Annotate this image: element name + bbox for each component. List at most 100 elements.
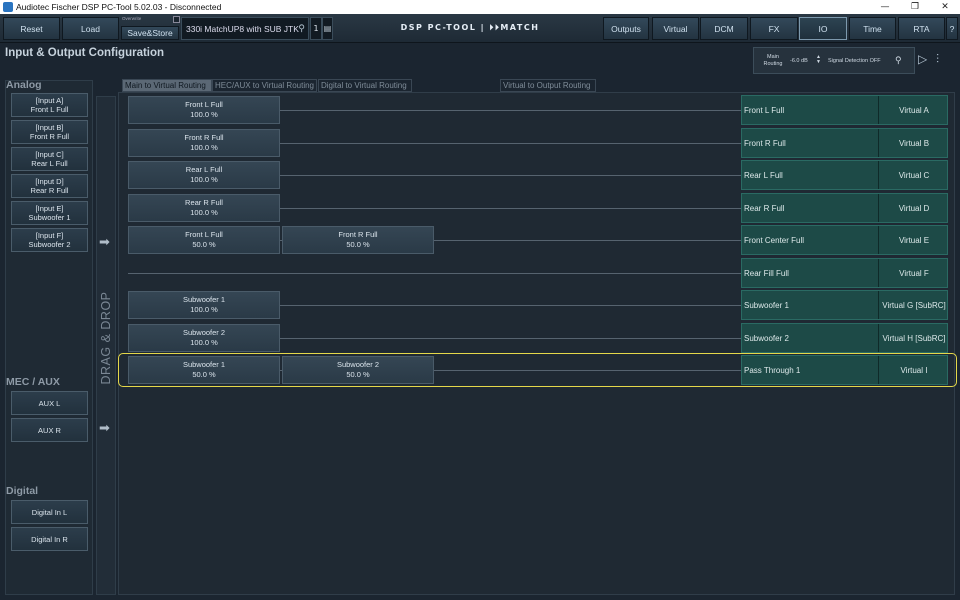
routing-row[interactable]: Front L Full 100.0 % Front L Full Virtual A (119, 94, 956, 126)
source-tile[interactable]: Rear L Full 100.0 % (128, 161, 280, 189)
tab-routing[interactable]: Virtual to Output Routing (500, 79, 596, 92)
source-tile[interactable]: Front R Full 100.0 % (128, 128, 280, 157)
routing-area: Front L Full 100.0 % Front L Full Virtual A… (118, 92, 957, 595)
analog-input-button[interactable]: [Input F] Subwoofer 2 (11, 228, 88, 252)
virtual-output-tile[interactable]: Front L Full Virtual A (741, 95, 948, 125)
virtual-output-tile[interactable]: Front Center Full Virtual E (741, 225, 948, 255)
virtual-output-tile[interactable]: Pass Through 1 Virtual I (741, 355, 948, 385)
nav-fx[interactable]: FX (750, 17, 798, 40)
source-level: 100.0 % (190, 207, 218, 217)
digital-label: Digital (6, 485, 39, 497)
aux-input-button[interactable]: AUX R (11, 418, 88, 442)
virtual-channel-name: Virtual B (898, 138, 930, 148)
source-name: Front R Full (338, 230, 378, 239)
nav-outputs[interactable]: Outputs (603, 17, 649, 40)
input-channel-label: [Input E] (35, 204, 64, 213)
source-tile[interactable]: Rear R Full 100.0 % (128, 193, 280, 222)
routing-row[interactable]: Front L Full 50.0 % Front R Full 50.0 % Fron… (119, 224, 956, 256)
app-icon (3, 2, 13, 12)
routing-row[interactable]: Subwoofer 1 50.0 % Subwoofer 2 50.0 % Pass T… (118, 353, 957, 387)
setup-name-text: 330i MatchUP8 with SUB JTK (186, 23, 299, 34)
overwrite-label: Overwrite (122, 16, 142, 21)
tab-routing[interactable]: Digital to Virtual Routing (318, 79, 412, 92)
virtual-output-tile[interactable]: Front R Full Virtual B (741, 127, 948, 158)
nav-time[interactable]: Time (849, 17, 896, 40)
source-tile[interactable]: Front L Full 100.0 % (128, 96, 280, 124)
main-routing-control: Main Routing -6.0 dB ▲ ▼ Signal Detection… (753, 47, 915, 74)
arrow-right-icon: ➡ (99, 235, 110, 250)
output-name: Rear Fill Full (744, 268, 789, 278)
routing-row[interactable]: Rear Fill Full Virtual F (119, 257, 956, 289)
restore-button[interactable]: ❐ (900, 0, 930, 14)
output-name: Subwoofer 2 (744, 333, 789, 343)
setup-name-field[interactable]: 330i MatchUP8 with SUB JTK ⚲ (181, 17, 309, 40)
nav-virtual[interactable]: Virtual (652, 17, 699, 40)
virtual-output-tile[interactable]: Rear R Full Virtual D (741, 192, 948, 223)
output-name: Rear R Full (744, 203, 785, 213)
routing-row[interactable]: Rear R Full 100.0 % Rear R Full Virtual D (119, 192, 956, 224)
output-name: Front Center Full (744, 236, 805, 245)
analog-input-button[interactable]: [Input A] Front L Full (11, 93, 88, 117)
close-button[interactable]: ✕ (930, 0, 960, 14)
search-icon[interactable]: ⚲ (298, 23, 305, 34)
routing-row[interactable]: Subwoofer 1 100.0 % Subwoofer 1 Virtual G [… (119, 289, 956, 321)
brand-logo: DSP PC-TOOL | ⏵⏵MATCH (400, 23, 540, 32)
magnifier-icon[interactable]: ⚲ (895, 55, 902, 66)
input-channel-label: [Input C] (35, 150, 64, 159)
source-tile[interactable]: Front R Full 50.0 % (282, 226, 434, 254)
virtual-channel-name: Virtual G [SubRC] (882, 301, 946, 310)
virtual-output-tile[interactable]: Rear Fill Full Virtual F (741, 257, 948, 288)
analog-input-button[interactable]: [Input C] Rear L Full (11, 147, 88, 171)
mixer-icon[interactable]: ⫶ (936, 52, 939, 67)
arrow-right-icon: ➡ (99, 421, 110, 436)
source-tile[interactable]: Subwoofer 1 50.0 % (128, 356, 280, 384)
output-name: Subwoofer 1 (744, 301, 789, 310)
nav-io[interactable]: IO (799, 17, 847, 40)
tab-routing[interactable]: HEC/AUX to Virtual Routing (212, 79, 317, 92)
input-channel-label: [Input B] (35, 123, 64, 132)
virtual-output-tile[interactable]: Rear L Full Virtual C (741, 160, 948, 190)
input-name-label: Rear L Full (31, 159, 68, 168)
source-level: 50.0 % (192, 370, 216, 379)
output-name: Rear L Full (744, 171, 783, 180)
minimize-button[interactable]: — (870, 0, 900, 14)
source-tile[interactable]: Front L Full 50.0 % (128, 226, 280, 254)
virtual-channel-name: Virtual I (900, 366, 928, 375)
analog-input-button[interactable]: [Input B] Front R Full (11, 120, 88, 144)
nav-rta[interactable]: RTA (898, 17, 945, 40)
spin-arrows-icon[interactable]: ▲ ▼ (816, 55, 821, 65)
main-routing-db[interactable]: -6.0 dB (790, 58, 808, 64)
source-level: 100.0 % (190, 305, 218, 314)
virtual-output-tile[interactable]: Subwoofer 2 Virtual H [SubRC] (741, 322, 948, 353)
save-store-button[interactable]: Save&Store (121, 26, 179, 40)
source-name: Subwoofer 2 (336, 360, 380, 369)
routing-row[interactable]: Rear L Full 100.0 % Rear L Full Virtual C (119, 159, 956, 191)
help-button[interactable]: ? (946, 17, 958, 40)
play-icon[interactable]: ▷ (918, 52, 932, 68)
load-button[interactable]: Load (62, 17, 119, 40)
tab-routing[interactable]: Main to Virtual Routing (122, 79, 212, 92)
digital-input-button[interactable]: Digital In R (11, 527, 88, 551)
source-tile[interactable]: Subwoofer 2 50.0 % (282, 356, 434, 384)
source-name: Rear R Full (185, 197, 223, 207)
aux-input-button[interactable]: AUX L (11, 391, 88, 415)
setup-number[interactable]: 1 (310, 17, 322, 40)
source-name: Subwoofer 1 (182, 360, 226, 369)
source-tile[interactable]: Subwoofer 1 100.0 % (128, 291, 280, 319)
analog-input-button[interactable]: [Input D] Rear R Full (11, 174, 88, 198)
analog-label: Analog (6, 79, 42, 91)
analog-input-button[interactable]: [Input E] Subwoofer 1 (11, 201, 88, 225)
nav-dcm[interactable]: DCM (700, 17, 748, 40)
reset-button[interactable]: Reset (3, 17, 60, 40)
virtual-output-tile[interactable]: Subwoofer 1 Virtual G [SubRC] (741, 290, 948, 320)
routing-row[interactable]: Front R Full 100.0 % Front R Full Virtual B (119, 127, 956, 159)
overwrite-checkbox[interactable] (173, 16, 180, 23)
document-icon[interactable]: ▤ (322, 17, 333, 40)
mec-aux-label: MEC / AUX (6, 376, 60, 388)
output-name: Pass Through 1 (744, 366, 801, 375)
source-level: 50.0 % (346, 240, 370, 249)
routing-row[interactable]: Subwoofer 2 100.0 % Subwoofer 2 Virtual H [… (119, 322, 956, 354)
source-tile[interactable]: Subwoofer 2 100.0 % (128, 323, 280, 352)
input-channel-label: [Input F] (35, 231, 64, 240)
digital-input-button[interactable]: Digital In L (11, 500, 88, 524)
